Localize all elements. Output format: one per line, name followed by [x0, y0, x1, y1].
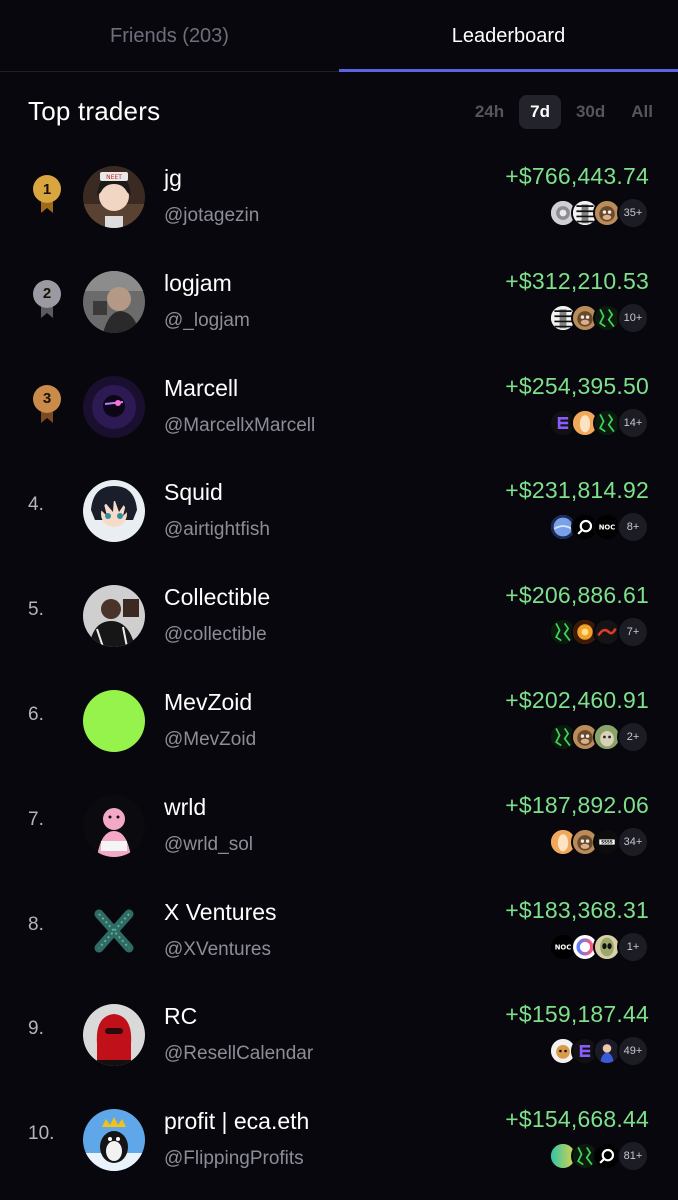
trader-profit: +$187,892.06	[505, 791, 649, 818]
man-photo-avatar[interactable]	[83, 270, 145, 333]
trader-name[interactable]: Squid	[164, 479, 223, 506]
rank-number: 10.	[28, 1123, 55, 1145]
trader-handle[interactable]: @MarcellxMarcell	[164, 415, 315, 437]
green-circle-avatar[interactable]	[83, 689, 145, 752]
trader-row[interactable]: 6. MevZoid @MevZoid +$202,460.91 2+	[0, 664, 678, 769]
silver-medal-icon: 2	[30, 279, 64, 320]
trader-name[interactable]: MevZoid	[164, 689, 252, 716]
trader-row[interactable]: 1 NEET jg @jotagezin +$766,443.74 35+	[0, 140, 678, 245]
anime-girl-avatar[interactable]: NEET	[83, 166, 145, 228]
trader-row[interactable]: 5. Collectible @collectible +$206,886.61…	[0, 559, 678, 664]
active-tab-indicator	[339, 69, 678, 72]
rank-number: 5.	[28, 599, 44, 621]
more-tokens-count[interactable]: 10+	[617, 301, 649, 334]
more-tokens-count[interactable]: 49+	[617, 1035, 649, 1068]
leaderboard-list: 1 NEET jg @jotagezin +$766,443.74 35+ 2 …	[0, 140, 678, 1188]
more-tokens-count[interactable]: 81+	[617, 1140, 649, 1173]
trader-name[interactable]: X Ventures	[164, 899, 277, 926]
more-tokens-count[interactable]: 34+	[617, 825, 649, 858]
trader-profit: +$183,368.31	[505, 896, 649, 923]
period-30d[interactable]: 30d	[565, 95, 616, 129]
trader-name[interactable]: Marcell	[164, 375, 238, 402]
trader-name[interactable]: Collectible	[164, 584, 270, 611]
trader-profit: +$231,814.92	[505, 477, 649, 504]
rank-number: 4.	[28, 494, 44, 516]
trader-profit: +$206,886.61	[505, 582, 649, 609]
trader-row[interactable]: 3 Marcell @MarcellxMarcell +$254,395.50 …	[0, 350, 678, 455]
trader-row[interactable]: 9. RC @ResellCalendar +$159,187.44 49+	[0, 978, 678, 1083]
red-mask-avatar[interactable]	[83, 1004, 145, 1067]
trader-profit: +$766,443.74	[505, 163, 649, 189]
pink-character-avatar[interactable]	[83, 794, 145, 857]
trader-handle[interactable]: @collectible	[164, 624, 267, 646]
crowned-penguin-avatar[interactable]	[83, 1109, 145, 1172]
trader-profit: +$254,395.50	[505, 372, 649, 399]
trader-handle[interactable]: @MevZoid	[164, 729, 256, 751]
token-stack[interactable]: 2+	[549, 720, 649, 753]
rank-number: 9.	[28, 1018, 44, 1040]
person-photo-avatar[interactable]	[83, 585, 145, 648]
trader-name[interactable]: jg	[164, 165, 182, 192]
svg-text:NOC: NOC	[555, 943, 572, 951]
trader-row[interactable]: 8. X Ventures @XVentures +$183,368.31 NO…	[0, 874, 678, 979]
trader-row[interactable]: 7. wrld @wrld_sol +$187,892.06 SSSS 34+	[0, 769, 678, 874]
trader-handle[interactable]: @ResellCalendar	[164, 1043, 313, 1065]
trader-profit: +$312,210.53	[505, 267, 649, 294]
more-tokens-count[interactable]: 35+	[617, 197, 649, 229]
trader-name[interactable]: profit | eca.eth	[164, 1108, 309, 1135]
section-title: Top traders	[28, 96, 161, 126]
anime-boy-avatar[interactable]	[83, 480, 145, 543]
trader-name[interactable]: wrld	[164, 794, 206, 821]
trader-handle[interactable]: @XVentures	[164, 939, 271, 961]
trader-handle[interactable]: @jotagezin	[164, 205, 259, 227]
trader-handle[interactable]: @_logjam	[164, 310, 250, 332]
rank-number: 6.	[28, 703, 44, 725]
rank-number: 7.	[28, 808, 44, 830]
trader-profit: +$159,187.44	[505, 1001, 649, 1028]
token-stack[interactable]: 81+	[549, 1140, 649, 1173]
trader-handle[interactable]: @wrld_sol	[164, 834, 253, 856]
svg-text:NOC: NOC	[599, 524, 616, 532]
tab-bar: Friends (203) Leaderboard	[0, 0, 678, 72]
x-logo-avatar[interactable]	[83, 899, 145, 962]
more-tokens-count[interactable]: 7+	[617, 616, 649, 649]
more-tokens-count[interactable]: 2+	[617, 720, 649, 753]
trader-row[interactable]: 10. profit | eca.eth @FlippingProfits +$…	[0, 1083, 678, 1188]
rank-number: 3	[33, 384, 61, 413]
period-24h[interactable]: 24h	[464, 95, 515, 129]
bronze-medal-icon: 3	[30, 384, 64, 425]
trader-handle[interactable]: @airtightfish	[164, 519, 270, 541]
rank-number: 2	[33, 279, 61, 308]
trader-name[interactable]: RC	[164, 1003, 197, 1030]
trader-handle[interactable]: @FlippingProfits	[164, 1148, 304, 1170]
token-stack[interactable]: 49+	[549, 1035, 649, 1068]
rank-number: 1	[33, 175, 61, 203]
more-tokens-count[interactable]: 14+	[617, 406, 649, 439]
token-stack[interactable]: 35+	[549, 197, 649, 229]
trader-row[interactable]: 4. Squid @airtightfish +$231,814.92 NOC …	[0, 454, 678, 559]
token-stack[interactable]: 14+	[549, 406, 649, 439]
tab-friends[interactable]: Friends (203)	[0, 0, 339, 72]
token-stack[interactable]: 7+	[549, 616, 649, 649]
token-stack[interactable]: NOC 1+	[549, 930, 649, 963]
trader-profit: +$154,668.44	[505, 1106, 649, 1133]
trader-name[interactable]: logjam	[164, 270, 232, 297]
more-tokens-count[interactable]: 8+	[617, 511, 649, 544]
period-all[interactable]: All	[620, 95, 664, 129]
svg-text:SSSS: SSSS	[601, 839, 613, 845]
period-7d[interactable]: 7d	[519, 95, 561, 129]
token-stack[interactable]: SSSS 34+	[549, 825, 649, 858]
trader-row[interactable]: 2 logjam @_logjam +$312,210.53 10+	[0, 245, 678, 350]
period-selector: 24h 7d 30d All	[460, 95, 664, 129]
gold-medal-icon: 1	[30, 175, 64, 215]
glowing-eyes-avatar[interactable]	[83, 375, 145, 438]
tab-leaderboard[interactable]: Leaderboard	[339, 0, 678, 72]
trader-profit: +$202,460.91	[505, 686, 649, 713]
token-stack[interactable]: NOC 8+	[549, 511, 649, 544]
svg-text:NEET: NEET	[106, 174, 122, 181]
rank-number: 8.	[28, 913, 44, 935]
token-stack[interactable]: 10+	[549, 301, 649, 334]
more-tokens-count[interactable]: 1+	[617, 930, 649, 963]
